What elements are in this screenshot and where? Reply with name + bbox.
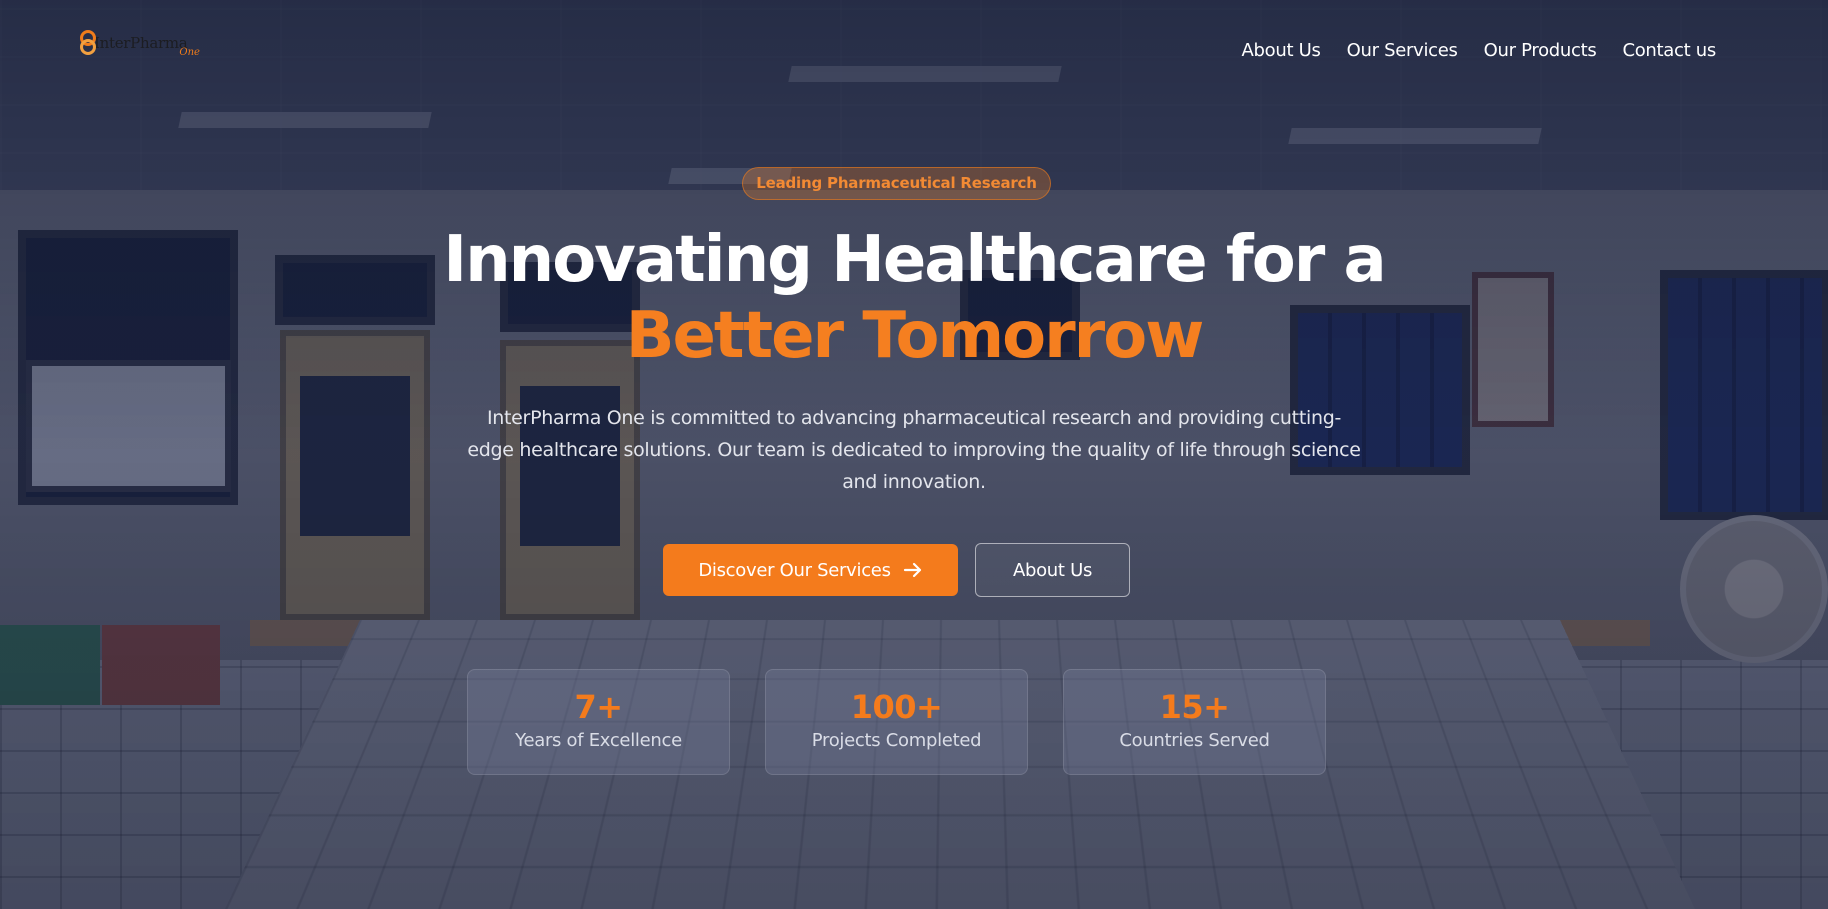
logo-sub: One bbox=[179, 47, 200, 58]
nav-link-contact-us[interactable]: Contact us bbox=[1622, 40, 1716, 61]
discover-services-button[interactable]: Discover Our Services bbox=[663, 544, 958, 596]
stat-label: Years of Excellence bbox=[515, 730, 682, 751]
logo-name: InterPharma bbox=[94, 34, 188, 52]
nav-menu: About Us Our Services Our Products Conta… bbox=[1242, 40, 1717, 61]
hero-description: InterPharma One is committed to advancin… bbox=[467, 407, 1361, 493]
stat-value: 15+ bbox=[1159, 688, 1230, 726]
headline-line-2: Better Tomorrow bbox=[625, 299, 1205, 373]
nav-link-about-us[interactable]: About Us bbox=[1242, 40, 1321, 61]
nav-link-our-services[interactable]: Our Services bbox=[1347, 40, 1458, 61]
discover-services-label: Discover Our Services bbox=[698, 559, 891, 581]
stat-label: Projects Completed bbox=[811, 730, 982, 751]
stat-card-projects: 100+ Projects Completed bbox=[765, 669, 1028, 775]
stat-card-years: 7+ Years of Excellence bbox=[467, 669, 730, 775]
logo-mark-icon bbox=[78, 30, 96, 55]
hero-badge: Leading Pharmaceutical Research bbox=[742, 167, 1051, 200]
brand-logo[interactable]: InterPharma One bbox=[78, 30, 200, 58]
headline-line-1: Innovating Healthcare for a bbox=[443, 223, 1386, 297]
stat-value: 7+ bbox=[574, 688, 623, 726]
nav-link-our-products[interactable]: Our Products bbox=[1484, 40, 1597, 61]
about-us-label: About Us bbox=[1012, 559, 1093, 581]
stat-value: 100+ bbox=[850, 688, 943, 726]
arrow-right-icon bbox=[903, 561, 923, 579]
hero-headline: Innovating Healthcare for a Better Tomor… bbox=[364, 222, 1464, 374]
top-navbar: InterPharma One About Us Our Services Ou… bbox=[0, 0, 1828, 100]
about-us-button[interactable]: About Us bbox=[975, 543, 1130, 597]
stat-card-countries: 15+ Countries Served bbox=[1063, 669, 1326, 775]
stat-label: Countries Served bbox=[1119, 730, 1270, 751]
